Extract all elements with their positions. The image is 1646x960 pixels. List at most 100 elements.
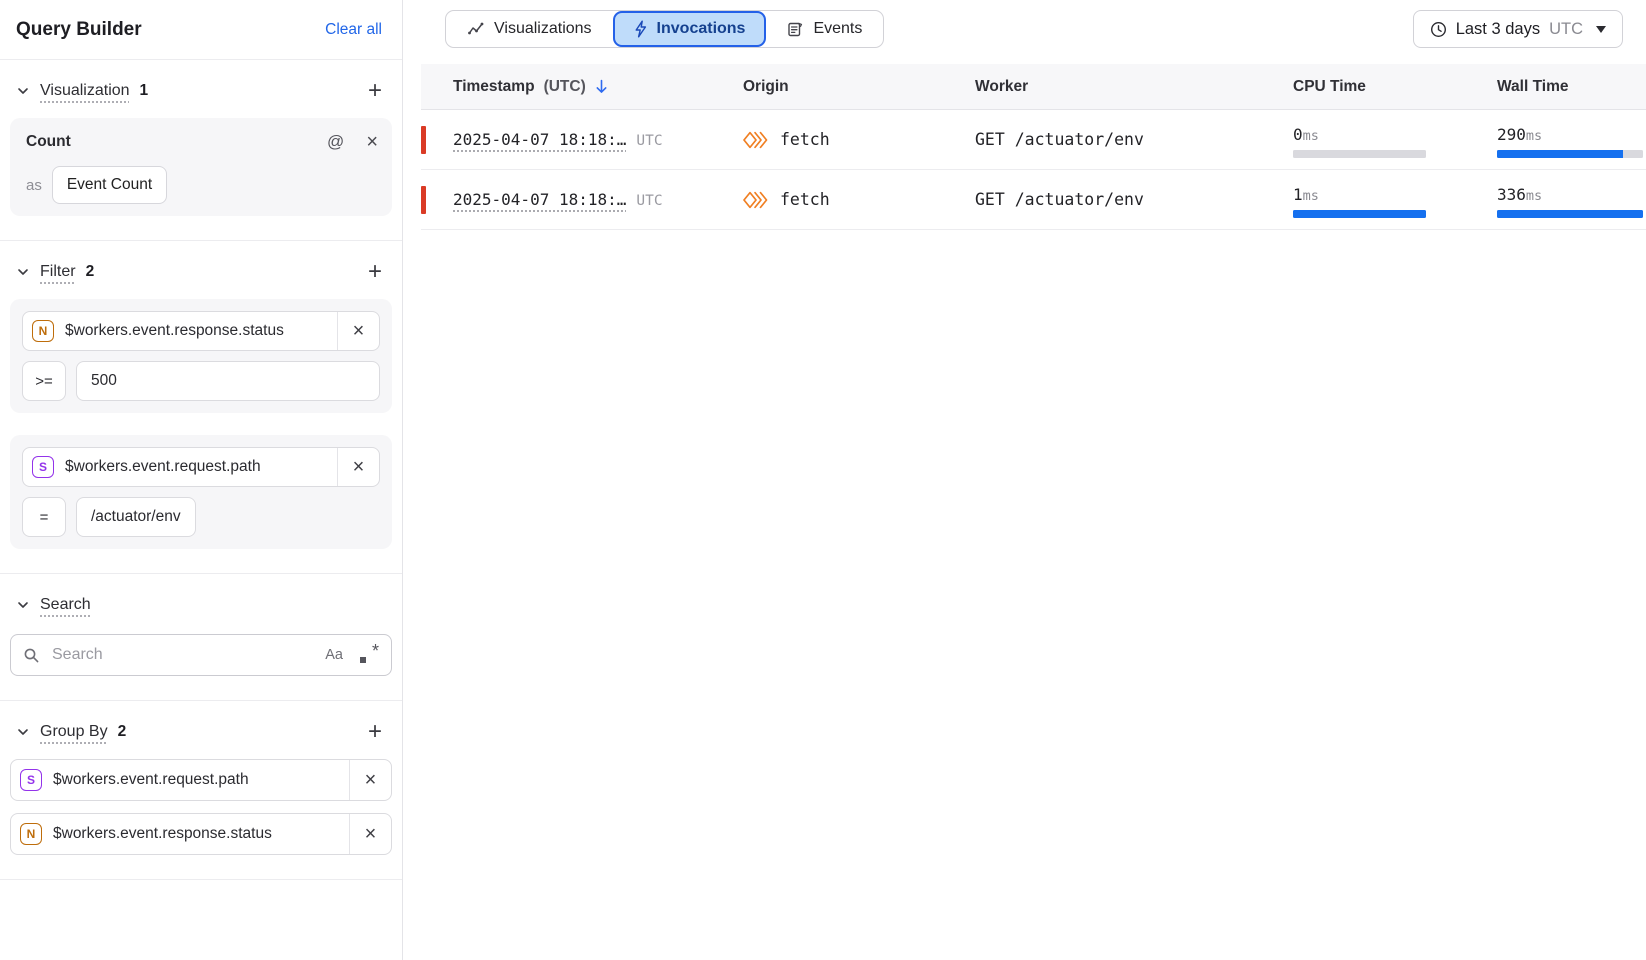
- visualization-card: Count @ × as Event Count: [10, 118, 392, 216]
- time-range-dropdown[interactable]: Last 3 days UTC: [1413, 10, 1623, 48]
- remove-filter-button[interactable]: ×: [337, 312, 379, 350]
- tab-events[interactable]: Events: [766, 11, 883, 47]
- remove-visualization-button[interactable]: ×: [366, 132, 378, 152]
- visualization-function-label[interactable]: Count: [26, 133, 327, 151]
- clear-all-link[interactable]: Clear all: [325, 21, 382, 39]
- alias-input[interactable]: Event Count: [52, 166, 167, 204]
- caret-down-icon: [1596, 26, 1606, 33]
- match-case-icon[interactable]: Aa: [325, 647, 343, 663]
- number-type-badge: N: [32, 320, 54, 342]
- group-by-count: 2: [118, 723, 127, 741]
- visualization-count: 1: [140, 82, 149, 100]
- tab-invocations[interactable]: Invocations: [613, 11, 767, 47]
- table-header: Timestamp (UTC) Origin Worker CPU Time W…: [421, 64, 1646, 110]
- filter-count: 2: [86, 263, 95, 281]
- wall-time-bar: [1497, 210, 1643, 218]
- visualization-section: Visualization 1 + Count @ × as Event Cou…: [0, 60, 402, 241]
- cpu-time-bar: [1293, 210, 1426, 218]
- column-worker[interactable]: Worker: [975, 78, 1293, 96]
- column-timestamp[interactable]: Timestamp (UTC): [453, 78, 743, 96]
- remove-group-by-button[interactable]: ×: [349, 814, 391, 854]
- search-section: Search Aa *: [0, 574, 402, 701]
- view-tab-group: Visualizations Invocations Events: [445, 10, 884, 48]
- invocation-row[interactable]: 2025-04-07 18:18:… UTC fetch GET /actuat…: [421, 110, 1646, 170]
- filter-card: S $workers.event.request.path × = /actua…: [10, 435, 392, 549]
- results-panel: Visualizations Invocations Events: [403, 0, 1646, 960]
- lightning-icon: [634, 20, 648, 38]
- workers-origin-icon: [743, 190, 769, 210]
- cpu-time-unit: ms: [1303, 188, 1319, 204]
- tab-label: Visualizations: [494, 20, 592, 38]
- number-type-badge: N: [20, 823, 42, 845]
- chevron-down-icon[interactable]: [16, 598, 30, 612]
- wall-time-bar: [1497, 150, 1643, 158]
- search-input[interactable]: [50, 645, 315, 665]
- chevron-down-icon[interactable]: [16, 725, 30, 739]
- add-visualization-button[interactable]: +: [364, 79, 386, 103]
- at-icon[interactable]: @: [327, 132, 344, 152]
- timestamp-link[interactable]: 2025-04-07 18:18:…: [453, 130, 626, 149]
- group-by-section-label[interactable]: Group By: [40, 723, 108, 741]
- visualization-section-label[interactable]: Visualization: [40, 82, 130, 100]
- remove-filter-button[interactable]: ×: [337, 448, 379, 486]
- column-wall-time[interactable]: Wall Time: [1497, 78, 1646, 96]
- timestamp-link[interactable]: 2025-04-07 18:18:…: [453, 190, 626, 209]
- chevron-down-icon[interactable]: [16, 84, 30, 98]
- origin-value: fetch: [780, 130, 830, 149]
- column-origin[interactable]: Origin: [743, 78, 975, 96]
- clock-icon: [1430, 21, 1447, 38]
- filter-section-label[interactable]: Filter: [40, 263, 76, 281]
- time-range-timezone: UTC: [1549, 20, 1583, 39]
- wall-time-unit: ms: [1526, 128, 1542, 144]
- query-builder-header: Query Builder Clear all: [0, 0, 402, 60]
- cpu-time-value: 0: [1293, 125, 1303, 144]
- error-indicator: [421, 186, 426, 214]
- remove-group-by-button[interactable]: ×: [349, 760, 391, 800]
- filter-value-input[interactable]: 500: [76, 361, 380, 401]
- chevron-down-icon[interactable]: [16, 265, 30, 279]
- tab-label: Events: [813, 20, 862, 38]
- add-filter-button[interactable]: +: [364, 260, 386, 284]
- string-type-badge: S: [20, 769, 42, 791]
- column-label: Timestamp: [453, 78, 535, 96]
- worker-value: GET /actuator/env: [975, 130, 1293, 149]
- cpu-time-unit: ms: [1303, 128, 1319, 144]
- string-type-badge: S: [32, 456, 54, 478]
- filter-field-select[interactable]: $workers.event.response.status: [65, 322, 337, 340]
- document-icon: [787, 21, 804, 38]
- wall-time-value: 290: [1497, 125, 1526, 144]
- group-by-field-select[interactable]: $workers.event.request.path: [53, 771, 349, 789]
- invocation-row[interactable]: 2025-04-07 18:18:… UTC fetch GET /actuat…: [421, 170, 1646, 230]
- wall-time-unit: ms: [1526, 188, 1542, 204]
- results-toolbar: Visualizations Invocations Events: [403, 0, 1646, 64]
- add-group-by-button[interactable]: +: [364, 720, 386, 744]
- search-section-label[interactable]: Search: [40, 596, 91, 614]
- column-cpu-time[interactable]: CPU Time: [1293, 78, 1497, 96]
- wall-time-value: 336: [1497, 185, 1526, 204]
- filter-operator-select[interactable]: =: [22, 497, 66, 537]
- filter-value-input[interactable]: /actuator/env: [76, 497, 196, 537]
- tab-label: Invocations: [657, 20, 746, 38]
- sort-descending-icon[interactable]: [595, 79, 608, 94]
- filter-field-row: S $workers.event.request.path ×: [22, 447, 380, 487]
- filter-section: Filter 2 + N $workers.event.response.sta…: [0, 241, 402, 574]
- cpu-time-value: 1: [1293, 185, 1303, 204]
- filter-operator-select[interactable]: >=: [22, 361, 66, 401]
- as-label: as: [26, 177, 42, 194]
- origin-value: fetch: [780, 190, 830, 209]
- filter-card: N $workers.event.response.status × >= 50…: [10, 299, 392, 413]
- search-box: Aa *: [10, 634, 392, 676]
- filter-field-row: N $workers.event.response.status ×: [22, 311, 380, 351]
- cpu-time-bar: [1293, 150, 1426, 158]
- group-by-field-select[interactable]: $workers.event.response.status: [53, 825, 349, 843]
- tab-visualizations[interactable]: Visualizations: [446, 11, 613, 47]
- regex-icon[interactable]: *: [359, 645, 379, 665]
- time-range-label: Last 3 days: [1456, 20, 1540, 39]
- timestamp-timezone: UTC: [636, 133, 662, 149]
- group-by-section: Group By 2 + S $workers.event.request.pa…: [0, 701, 402, 880]
- query-builder-panel: Query Builder Clear all Visualization 1 …: [0, 0, 403, 960]
- invocations-table: Timestamp (UTC) Origin Worker CPU Time W…: [421, 64, 1646, 960]
- filter-field-select[interactable]: $workers.event.request.path: [65, 458, 337, 476]
- error-indicator: [421, 126, 426, 154]
- workers-origin-icon: [743, 130, 769, 150]
